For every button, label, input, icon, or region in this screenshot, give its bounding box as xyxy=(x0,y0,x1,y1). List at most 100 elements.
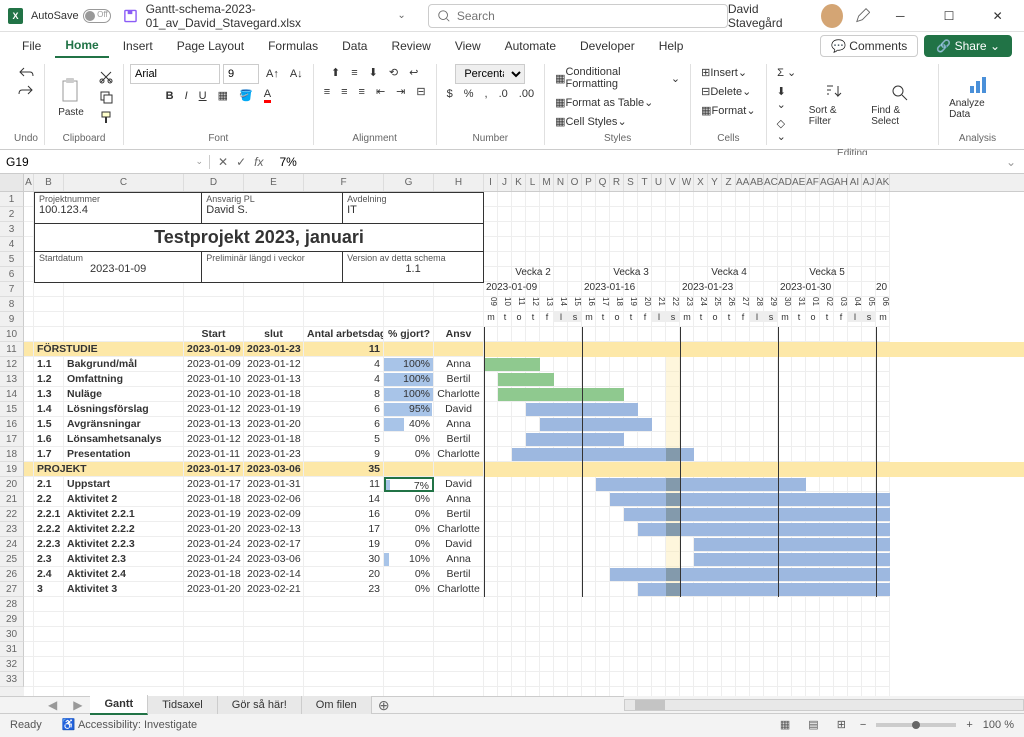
cell[interactable] xyxy=(694,642,708,657)
cell[interactable] xyxy=(722,207,736,222)
cell[interactable] xyxy=(596,207,610,222)
col-header[interactable]: AI xyxy=(848,174,862,191)
cell[interactable] xyxy=(876,432,890,447)
cell[interactable] xyxy=(498,297,512,312)
cell[interactable] xyxy=(750,297,764,312)
cell[interactable] xyxy=(304,297,384,312)
cell[interactable] xyxy=(582,192,596,207)
cell[interactable] xyxy=(750,672,764,687)
cell[interactable] xyxy=(764,252,778,267)
cell[interactable]: 0% xyxy=(384,447,434,462)
cell[interactable] xyxy=(526,507,540,522)
cell[interactable]: 1.2 xyxy=(34,372,64,387)
cell[interactable] xyxy=(498,537,512,552)
cell[interactable]: Charlotte xyxy=(434,522,484,537)
cell[interactable] xyxy=(820,372,834,387)
cell[interactable] xyxy=(624,627,638,642)
cell[interactable]: Nuläge xyxy=(64,387,184,402)
cell[interactable] xyxy=(764,447,778,462)
cell[interactable] xyxy=(680,237,694,252)
row-header[interactable]: 24 xyxy=(0,537,24,552)
cell[interactable] xyxy=(596,612,610,627)
orientation-button[interactable]: ⟲ xyxy=(385,64,402,81)
cell[interactable] xyxy=(708,387,722,402)
cell[interactable] xyxy=(610,357,624,372)
menu-review[interactable]: Review xyxy=(381,35,440,57)
cell[interactable] xyxy=(750,312,764,327)
cell[interactable] xyxy=(384,297,434,312)
cell[interactable] xyxy=(708,372,722,387)
cell[interactable] xyxy=(24,447,34,462)
align-middle-button[interactable]: ≡ xyxy=(347,64,361,81)
cell[interactable] xyxy=(708,402,722,417)
cell[interactable] xyxy=(526,522,540,537)
cell[interactable]: Bertil xyxy=(434,567,484,582)
cell[interactable] xyxy=(820,657,834,672)
cell[interactable] xyxy=(304,627,384,642)
cell[interactable] xyxy=(820,642,834,657)
cell[interactable] xyxy=(512,432,526,447)
cell[interactable] xyxy=(624,372,638,387)
cell[interactable] xyxy=(666,192,680,207)
comments-button[interactable]: 💬 Comments xyxy=(820,35,918,57)
cell[interactable] xyxy=(540,222,554,237)
cell[interactable] xyxy=(526,582,540,597)
col-header[interactable]: Q xyxy=(596,174,610,191)
cell[interactable] xyxy=(434,672,484,687)
cell[interactable] xyxy=(244,282,304,297)
cell[interactable]: 1.7 xyxy=(34,447,64,462)
cell[interactable] xyxy=(526,552,540,567)
row-header[interactable]: 17 xyxy=(0,432,24,447)
row-header[interactable]: 30 xyxy=(0,627,24,642)
cell[interactable] xyxy=(184,657,244,672)
cell[interactable] xyxy=(540,567,554,582)
cell[interactable] xyxy=(764,327,778,342)
cell[interactable] xyxy=(876,297,890,312)
cell[interactable] xyxy=(722,327,736,342)
cell[interactable] xyxy=(434,612,484,627)
cell[interactable] xyxy=(820,357,834,372)
cell[interactable] xyxy=(806,387,820,402)
cell[interactable] xyxy=(834,477,848,492)
cell[interactable] xyxy=(764,657,778,672)
cell[interactable] xyxy=(638,687,652,696)
cell[interactable] xyxy=(596,312,610,327)
cell[interactable]: 2023-01-31 xyxy=(244,477,304,492)
cell[interactable] xyxy=(834,312,848,327)
cell[interactable] xyxy=(792,657,806,672)
cell[interactable]: 2023-02-14 xyxy=(244,567,304,582)
cell[interactable] xyxy=(778,402,792,417)
cell[interactable] xyxy=(554,312,568,327)
cell[interactable] xyxy=(666,417,680,432)
cell[interactable] xyxy=(24,492,34,507)
cell[interactable] xyxy=(680,432,694,447)
row-header[interactable]: 26 xyxy=(0,567,24,582)
cell[interactable] xyxy=(624,192,638,207)
cell[interactable] xyxy=(24,477,34,492)
cell[interactable] xyxy=(434,597,484,612)
cell[interactable] xyxy=(540,642,554,657)
cell[interactable] xyxy=(806,372,820,387)
cell[interactable] xyxy=(680,687,694,696)
cell[interactable] xyxy=(484,567,498,582)
cell[interactable] xyxy=(512,552,526,567)
cell[interactable] xyxy=(568,252,582,267)
cell[interactable] xyxy=(64,642,184,657)
cell[interactable]: 2023-01-20 xyxy=(184,582,244,597)
cell[interactable] xyxy=(750,432,764,447)
cell[interactable] xyxy=(876,687,890,696)
cell[interactable] xyxy=(694,627,708,642)
cell[interactable] xyxy=(792,237,806,252)
cell[interactable] xyxy=(512,402,526,417)
cell[interactable] xyxy=(24,537,34,552)
cell[interactable] xyxy=(512,297,526,312)
cell[interactable]: Aktivitet 3 xyxy=(64,582,184,597)
cell[interactable] xyxy=(624,432,638,447)
cell[interactable]: 2023-01-24 xyxy=(184,552,244,567)
cell[interactable] xyxy=(638,252,652,267)
cell[interactable] xyxy=(244,687,304,696)
cell[interactable] xyxy=(806,357,820,372)
increase-font-button[interactable]: A↑ xyxy=(262,64,283,84)
col-header[interactable]: AK xyxy=(876,174,890,191)
cell[interactable] xyxy=(778,192,792,207)
